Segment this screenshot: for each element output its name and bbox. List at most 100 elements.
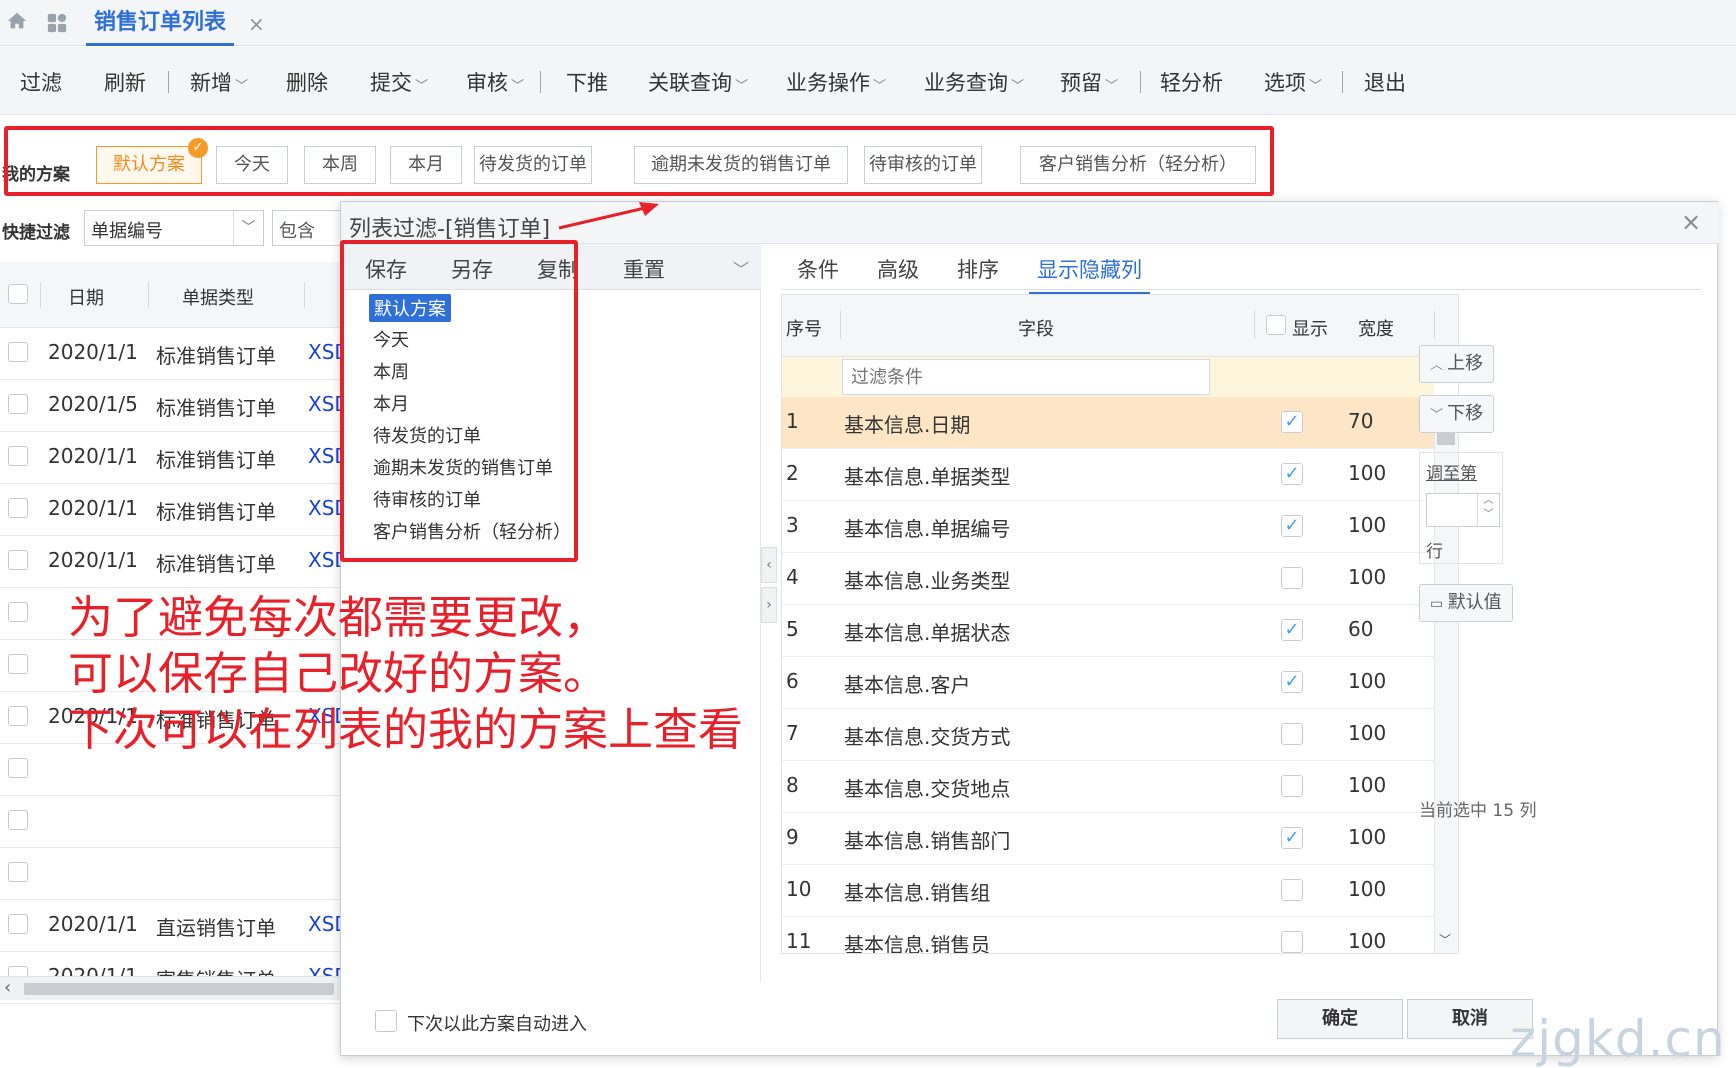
auto-enter-checkbox[interactable] xyxy=(375,1010,397,1032)
default-value-button[interactable]: ▭ 默认值 xyxy=(1419,584,1513,622)
show-checkbox[interactable]: ✓ xyxy=(1281,463,1303,485)
expand-right-icon[interactable]: › xyxy=(761,587,777,623)
tab-close-icon[interactable]: × xyxy=(248,12,265,36)
tab-sales-order-list[interactable]: 销售订单列表 xyxy=(86,0,235,46)
cell-field: 基本信息.业务类型 xyxy=(844,569,1011,593)
grid-row[interactable]: 4 基本信息.业务类型 100 xyxy=(782,553,1434,605)
default-value-label: 默认值 xyxy=(1447,592,1502,613)
cell-date: 2020/1/1 xyxy=(48,444,138,468)
row-checkbox[interactable] xyxy=(8,654,28,674)
grid-row[interactable]: 8 基本信息.交货地点 100 xyxy=(782,761,1434,813)
move-up-button[interactable]: ︿ 上移 xyxy=(1419,345,1495,383)
show-checkbox[interactable] xyxy=(1281,931,1303,953)
ok-button[interactable]: 确定 xyxy=(1277,999,1403,1039)
grid-row[interactable]: 9 基本信息.销售部门 ✓ 100 xyxy=(782,813,1434,865)
show-checkbox[interactable]: ✓ xyxy=(1281,411,1303,433)
chevron-down-icon[interactable]: ﹀ xyxy=(733,256,749,280)
table-row[interactable]: 2020/1/1 标准销售订单 XSD xyxy=(0,536,350,588)
show-checkbox[interactable] xyxy=(1281,879,1303,901)
row-checkbox[interactable] xyxy=(8,862,28,882)
table-row[interactable]: 2020/1/1 标准销售订单 XSD xyxy=(0,484,350,536)
auto-enter-label: 下次以此方案自动进入 xyxy=(407,1014,587,1035)
cell-width: 100 xyxy=(1348,461,1387,485)
toolbar-item[interactable]: 关联查询 ﹀ xyxy=(648,67,748,97)
toolbar-item[interactable]: 过滤 xyxy=(20,67,62,97)
show-checkbox[interactable]: ✓ xyxy=(1281,671,1303,693)
row-checkbox[interactable] xyxy=(8,602,28,622)
stepper-arrows-icon[interactable]: ︿ ﹀ xyxy=(1477,494,1499,526)
cell-field: 基本信息.销售员 xyxy=(844,933,991,954)
row-checkbox[interactable] xyxy=(8,810,28,830)
toolbar-item[interactable]: 新增 ﹀ xyxy=(190,67,248,97)
tab-show-hide-columns[interactable]: 显示隐藏列 xyxy=(1029,254,1150,295)
toolbar-item-label: 刷新 xyxy=(104,71,146,95)
dialog-close-icon[interactable]: × xyxy=(1681,208,1701,236)
table-row[interactable]: 2020/1/5 标准销售订单 XSD xyxy=(0,380,350,432)
watermark: zjgkd.cn xyxy=(1510,1010,1726,1068)
toolbar-item[interactable]: 删除 xyxy=(286,67,328,97)
show-checkbox[interactable]: ✓ xyxy=(1281,619,1303,641)
cell-width: 60 xyxy=(1348,617,1374,641)
column-header-type[interactable]: 单据类型 xyxy=(182,284,254,310)
toolbar-item[interactable]: 提交 ﹀ xyxy=(370,67,428,97)
toolbar-item[interactable]: 刷新 xyxy=(104,67,146,97)
grid-row[interactable]: 2 基本信息.单据类型 ✓ 100 xyxy=(782,449,1434,501)
toolbar-item[interactable]: 轻分析 xyxy=(1160,67,1223,97)
grid-row[interactable]: 3 基本信息.单据编号 ✓ 100 xyxy=(782,501,1434,553)
chevron-left-icon[interactable]: ‹ xyxy=(4,977,11,998)
row-checkbox[interactable] xyxy=(8,758,28,778)
show-all-checkbox[interactable] xyxy=(1266,315,1286,335)
move-down-button[interactable]: ﹀ 下移 xyxy=(1419,395,1495,433)
cell-type: 直运销售订单 xyxy=(156,916,276,940)
toolbar-item[interactable]: 下推 xyxy=(566,67,608,97)
toolbar-item-label: 删除 xyxy=(286,71,328,95)
toolbar-item[interactable]: 业务查询 ﹀ xyxy=(924,67,1024,97)
cell-seq: 1 xyxy=(786,409,799,433)
row-checkbox[interactable] xyxy=(8,394,28,414)
row-checkbox[interactable] xyxy=(8,550,28,570)
select-all-checkbox[interactable] xyxy=(8,284,28,304)
toolbar-item[interactable]: 选项 ﹀ xyxy=(1264,67,1322,97)
table-row[interactable]: 2020/1/1 标准销售订单 XSD xyxy=(0,432,350,484)
show-checkbox[interactable] xyxy=(1281,567,1303,589)
table-row[interactable]: 2020/1/1 标准销售订单 XSD xyxy=(0,328,350,380)
cell-date: 2020/1/1 xyxy=(48,496,138,520)
apps-grid-icon[interactable] xyxy=(46,12,68,34)
list-horizontal-scrollbar[interactable]: ‹ xyxy=(0,976,340,1000)
tab-sort[interactable]: 排序 xyxy=(957,254,999,284)
table-row[interactable] xyxy=(0,848,340,900)
collapse-left-icon[interactable]: ‹ xyxy=(761,547,777,583)
quick-filter-op-select[interactable]: 包含 xyxy=(272,210,342,246)
grid-row[interactable]: 7 基本信息.交货方式 100 xyxy=(782,709,1434,761)
tab-condition[interactable]: 条件 xyxy=(797,254,839,284)
filter-condition-input[interactable] xyxy=(842,359,1210,395)
toolbar-item[interactable]: 预留 ﹀ xyxy=(1060,67,1118,97)
row-checkbox[interactable] xyxy=(8,914,28,934)
toolbar-item[interactable]: 退出 xyxy=(1364,67,1406,97)
home-icon[interactable] xyxy=(6,10,28,32)
row-checkbox[interactable] xyxy=(8,706,28,726)
toolbar-item[interactable]: 业务操作 ﹀ xyxy=(786,67,886,97)
column-header-date[interactable]: 日期 xyxy=(68,284,104,310)
toolbar-item[interactable]: 审核 ﹀ xyxy=(466,67,524,97)
show-checkbox[interactable] xyxy=(1281,775,1303,797)
grid-row[interactable]: 10 基本信息.销售组 100 xyxy=(782,865,1434,917)
goto-row-stepper[interactable]: ︿ ﹀ xyxy=(1426,493,1500,527)
quick-filter-field-select[interactable]: 单据编号 ﹀ xyxy=(84,210,264,246)
grid-row[interactable]: 1 基本信息.日期 ✓ 70 xyxy=(782,397,1434,449)
tab-advanced[interactable]: 高级 xyxy=(877,254,919,284)
scrollbar-thumb[interactable] xyxy=(24,983,334,995)
show-checkbox[interactable]: ✓ xyxy=(1281,827,1303,849)
grid-row[interactable]: 5 基本信息.单据状态 ✓ 60 xyxy=(782,605,1434,657)
row-checkbox[interactable] xyxy=(8,342,28,362)
row-checkbox[interactable] xyxy=(8,498,28,518)
grid-row[interactable]: 6 基本信息.客户 ✓ 100 xyxy=(782,657,1434,709)
scheme-reset-button[interactable]: 重置 xyxy=(623,254,665,284)
row-checkbox[interactable] xyxy=(8,446,28,466)
chevron-down-icon[interactable]: ﹀ xyxy=(1439,931,1451,948)
table-row[interactable]: 2020/1/1 直运销售订单 XSD xyxy=(0,900,350,952)
show-checkbox[interactable]: ✓ xyxy=(1281,515,1303,537)
grid-row[interactable]: 11 基本信息.销售员 100 xyxy=(782,917,1434,954)
table-row[interactable] xyxy=(0,796,340,848)
show-checkbox[interactable] xyxy=(1281,723,1303,745)
